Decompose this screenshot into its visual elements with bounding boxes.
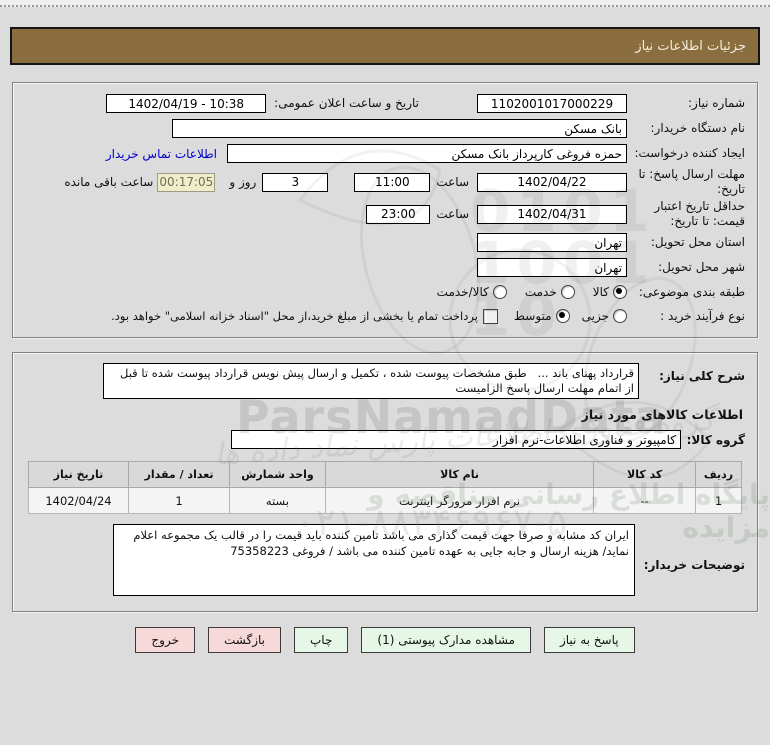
cell-item-code: --	[593, 487, 696, 514]
treasury-checkbox-option[interactable]: پرداخت تمام یا بخشی از مبلغ خرید،از محل …	[111, 308, 498, 324]
cell-unit: بسته	[229, 487, 326, 514]
province-field[interactable]	[477, 233, 627, 252]
need-description-label: شرح کلی نیاز:	[659, 369, 745, 383]
hours-remaining-label: ساعت باقی مانده	[64, 175, 154, 189]
request-creator-field[interactable]	[227, 144, 627, 163]
radio-option-label: کالا	[592, 285, 609, 299]
row-city: شهر محل تحویل:	[25, 255, 745, 280]
countdown-timer: 00:17:05	[157, 172, 216, 192]
header-quantity: تعداد / مقدار	[127, 461, 231, 488]
radio-icon[interactable]	[560, 285, 575, 299]
radio-option-label: متوسط	[513, 309, 552, 323]
row-buyer-notes: توضیحات خریدار: ایران کد مشابه و صرفا جه…	[25, 524, 745, 596]
radio-icon[interactable]	[492, 285, 507, 299]
buyer-org-field[interactable]	[172, 119, 627, 138]
row-need-number: شماره نیاز: تاریخ و ساعت اعلان عمومی:	[25, 91, 745, 116]
goods-group-label: گروه کالا:	[686, 432, 745, 447]
cell-item-name: نرم افزار مرورگر اینترنت	[324, 487, 595, 514]
cell-quantity: 1	[127, 487, 231, 514]
treasury-checkbox-label: پرداخت تمام یا بخشی از مبلغ خرید،از محل …	[111, 309, 478, 323]
header-item-name: نام کالا	[324, 461, 595, 488]
need-description-box[interactable]: قرارداد پهنای باند ... طبق مشخصات پیوست …	[103, 363, 639, 399]
announce-datetime-field[interactable]	[106, 94, 267, 113]
radio-option-minor[interactable]: جزیی	[582, 309, 627, 323]
row-classification: طبقه بندی موضوعی: کالا خدمت کالا/خدمت	[25, 280, 745, 304]
goods-group-field[interactable]	[231, 430, 681, 449]
buyer-org-label: نام دستگاه خریدار:	[650, 121, 746, 135]
need-number-field[interactable]	[477, 94, 627, 113]
table-row[interactable]: 1 -- نرم افزار مرورگر اینترنت بسته 1 140…	[28, 487, 742, 514]
need-info-panel: شماره نیاز: تاریخ و ساعت اعلان عمومی: نا…	[12, 82, 758, 338]
need-number-label: شماره نیاز:	[688, 96, 745, 110]
process-type-label: نوع فرآیند خرید :	[660, 308, 745, 323]
radio-icon[interactable]	[555, 309, 570, 323]
exit-button[interactable]: خروج	[135, 626, 195, 653]
header-row-index: ردیف	[695, 461, 742, 488]
goods-table-header-row: ردیف کد کالا نام کالا واحد شمارش تعداد /…	[28, 461, 742, 488]
province-label: استان محل تحویل:	[650, 235, 745, 249]
view-attachments-button[interactable]: مشاهده مدارک پیوستی (1)	[361, 626, 531, 653]
goods-info-panel: شرح کلی نیاز: قرارداد پهنای باند ... طبق…	[12, 352, 758, 612]
row-buyer-org: نام دستگاه خریدار:	[25, 116, 745, 141]
back-button[interactable]: بازگشت	[208, 626, 281, 653]
print-button[interactable]: چاپ	[294, 626, 349, 653]
buyer-notes-label: توضیحات خریدار:	[643, 558, 745, 572]
goods-table: ردیف کد کالا نام کالا واحد شمارش تعداد /…	[28, 461, 742, 514]
reply-deadline-days-field[interactable]	[262, 172, 329, 192]
top-dotted-divider	[0, 0, 770, 7]
radio-option-goods-service[interactable]: کالا/خدمت	[437, 285, 507, 299]
radio-option-medium[interactable]: متوسط	[514, 309, 570, 323]
reply-deadline-time-field[interactable]	[354, 172, 431, 192]
row-province: استان محل تحویل:	[25, 230, 745, 255]
row-request-creator: ایجاد کننده درخواست: اطلاعات تماس خریدار	[25, 141, 745, 166]
request-creator-label: ایجاد کننده درخواست:	[634, 146, 745, 160]
window-titlebar: جزئیات اطلاعات نیاز	[10, 27, 760, 65]
buyer-contact-link[interactable]: اطلاعات تماس خریدار	[106, 147, 217, 161]
header-need-date: تاریخ نیاز	[28, 461, 129, 488]
radio-icon[interactable]	[613, 309, 627, 323]
radio-option-label: خدمت	[524, 285, 557, 299]
cell-need-date: 1402/04/24	[28, 487, 129, 514]
page-title: جزئیات اطلاعات نیاز	[635, 38, 746, 54]
radio-option-label: جزیی	[581, 309, 609, 323]
classification-label: طبقه بندی موضوعی:	[638, 284, 745, 299]
treasury-checkbox[interactable]	[482, 308, 498, 324]
radio-option-label: کالا/خدمت	[436, 285, 489, 299]
price-validity-date-field[interactable]	[477, 204, 627, 224]
reply-to-need-button[interactable]: پاسخ به نیاز	[543, 626, 635, 653]
row-process-type: نوع فرآیند خرید : جزیی متوسط پرداخت تمام…	[25, 304, 745, 328]
radio-option-service[interactable]: خدمت	[525, 285, 575, 299]
radio-option-goods[interactable]: کالا	[593, 285, 627, 299]
row-price-validity: حداقل تاریخ اعتبار قیمت: تا تاریخ: ساعت	[25, 198, 745, 230]
row-goods-group: گروه کالا:	[25, 430, 745, 449]
goods-section-heading: اطلاعات کالاهای مورد نیاز	[581, 407, 743, 422]
reply-deadline-label: مهلت ارسال پاسخ: تا تاریخ:	[638, 167, 745, 196]
row-reply-deadline: مهلت ارسال پاسخ: تا تاریخ: ساعت روز و 00…	[25, 166, 745, 198]
price-validity-hour-label: ساعت	[436, 207, 469, 221]
buyer-notes-box[interactable]: ایران کد مشابه و صرفا جهت قیمت گذاری می …	[113, 524, 635, 596]
days-and-label: روز و	[229, 175, 257, 189]
city-field[interactable]	[477, 258, 627, 277]
city-label: شهر محل تحویل:	[658, 260, 745, 274]
action-button-bar: پاسخ به نیاز مشاهده مدارک پیوستی (1) چاپ…	[0, 626, 770, 653]
need-details-window: جزئیات اطلاعات نیاز شماره نیاز: تاریخ و …	[0, 0, 770, 745]
price-validity-label: حداقل تاریخ اعتبار قیمت: تا تاریخ:	[654, 199, 745, 228]
radio-icon[interactable]	[613, 285, 627, 299]
reply-deadline-date-field[interactable]	[477, 172, 627, 192]
price-validity-time-field[interactable]	[366, 204, 431, 224]
header-item-code: کد کالا	[593, 461, 696, 488]
cell-row-index: 1	[695, 487, 742, 514]
reply-deadline-hour-label: ساعت	[436, 175, 469, 189]
announce-datetime-label: تاریخ و ساعت اعلان عمومی:	[274, 96, 419, 110]
header-unit: واحد شمارش	[229, 461, 326, 488]
row-need-description: شرح کلی نیاز: قرارداد پهنای باند ... طبق…	[25, 363, 745, 399]
